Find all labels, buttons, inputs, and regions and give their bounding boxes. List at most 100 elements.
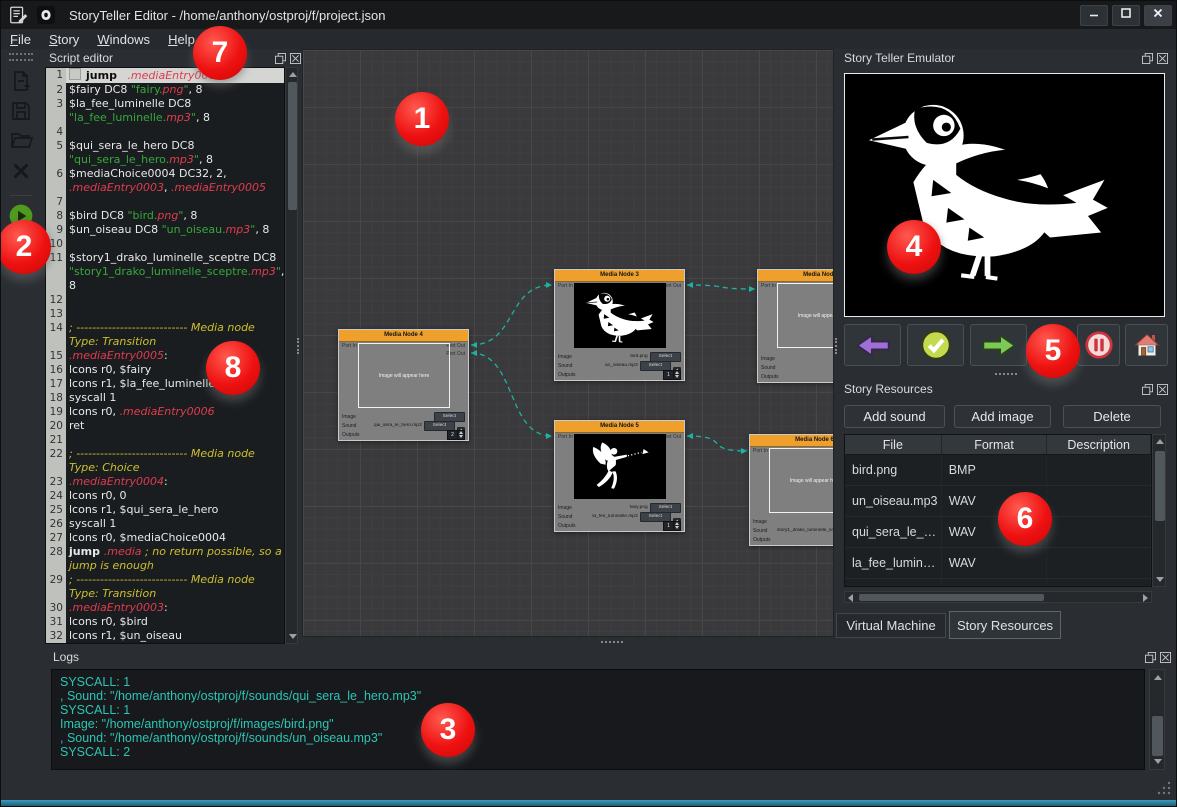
main-toolbar	[1, 49, 41, 796]
title-bar[interactable]: StoryTeller Editor - /home/anthony/ostpr…	[1, 1, 1176, 29]
logs-header: Logs	[53, 648, 1171, 666]
splitter-handle[interactable]	[601, 641, 623, 645]
line-number: 1	[46, 68, 66, 83]
code-line: 30.mediaEntry0003:	[46, 601, 284, 615]
annotation-1: 1	[395, 92, 449, 146]
speaker-icon[interactable]	[673, 362, 681, 370]
node-title[interactable]: Media Node 5	[555, 421, 684, 433]
logs-scrollbar[interactable]	[1149, 669, 1165, 770]
table-cell	[1047, 579, 1151, 587]
back-icon	[854, 332, 892, 359]
line-number: 9	[46, 223, 66, 237]
menu-windows[interactable]: Windows	[88, 31, 159, 48]
log-line: SYSCALL: 2	[60, 745, 1136, 759]
minimize-button[interactable]	[1080, 5, 1108, 26]
tab-virtual-machine[interactable]: Virtual Machine	[836, 613, 946, 638]
column-header-format[interactable]: Format	[942, 435, 1048, 454]
code-line: 20ret	[46, 419, 284, 433]
line-number: 28	[46, 545, 66, 573]
table-row[interactable]: la_fee_luminelle.mp3WAV	[845, 548, 1151, 579]
node-title[interactable]: Media Node 4	[339, 330, 468, 342]
toolbar-separator	[10, 195, 32, 196]
pause-button[interactable]	[1077, 324, 1120, 366]
save-button[interactable]	[7, 99, 35, 127]
add-sound-button[interactable]: Add sound	[844, 405, 945, 428]
line-number: 16	[46, 363, 66, 377]
close-project-button[interactable]	[7, 159, 35, 187]
close-panel-icon[interactable]	[1156, 52, 1168, 64]
minimize-icon	[1088, 6, 1100, 24]
table-row[interactable]: bird.pngBMP	[845, 455, 1151, 486]
port-in[interactable]: Port In	[558, 283, 573, 289]
media-node[interactable]: Media Node 6Port InImage will appear her…	[749, 434, 834, 546]
toolbar-drag-handle[interactable]	[9, 53, 33, 61]
open-button[interactable]	[7, 129, 35, 157]
table-row[interactable]: fairy.pngBMP	[845, 579, 1151, 587]
media-node[interactable]: Media Node 4Port InPort OutPort OutImage…	[338, 329, 469, 441]
speaker-icon[interactable]	[457, 422, 465, 430]
add-image-button[interactable]: Add image	[954, 405, 1051, 428]
next-icon	[980, 332, 1018, 359]
table-horizontal-scrollbar[interactable]	[844, 591, 1152, 603]
code-line: 8$bird DC8 "bird.png", 8	[46, 209, 284, 223]
float-panel-icon[interactable]	[1141, 52, 1153, 64]
outputs-spinner[interactable]: 1	[663, 521, 681, 531]
next-button[interactable]	[970, 324, 1027, 366]
code-line: 2$fairy DC8 "fairy.png", 8	[46, 83, 284, 97]
logs-output[interactable]: SYSCALL: 1, Sound: "/home/anthony/ostpro…	[51, 669, 1145, 770]
menu-story[interactable]: Story	[40, 31, 88, 48]
code-line: 27lcons r0, $mediaChoice0004	[46, 531, 284, 545]
story-node-canvas[interactable]: Media Node 4Port InPort OutPort OutImage…	[302, 49, 834, 637]
node-title[interactable]: Media Node 1	[758, 270, 834, 282]
outputs-spinner[interactable]: 1	[663, 370, 681, 380]
ok-button[interactable]	[907, 324, 964, 366]
float-panel-icon[interactable]	[1141, 383, 1153, 395]
port-in[interactable]: Port In	[558, 434, 573, 440]
delete-button[interactable]: Delete	[1063, 405, 1161, 428]
column-header-description[interactable]: Description	[1047, 435, 1151, 454]
port-in[interactable]: Port In	[753, 448, 768, 454]
code-line: 32lcons r1, $un_oiseau	[46, 629, 284, 643]
port-in[interactable]: Port In	[761, 283, 776, 289]
node-image-placeholder: Image will appear here	[777, 283, 834, 348]
emulator-title: Story Teller Emulator	[844, 51, 955, 65]
annotation-3: 3	[421, 703, 475, 757]
media-node[interactable]: Media Node 3Port InPort OutImagebird.png…	[554, 269, 685, 381]
line-number: 31	[46, 615, 66, 629]
splitter-handle[interactable]	[835, 338, 839, 354]
float-panel-icon[interactable]	[1144, 651, 1156, 663]
node-image-placeholder: Image will appear here	[358, 343, 450, 408]
node-title[interactable]: Media Node 6	[750, 435, 834, 447]
new-file-button[interactable]	[7, 69, 35, 97]
maximize-button[interactable]	[1112, 5, 1140, 26]
menu-file[interactable]: File	[1, 31, 40, 48]
code-line: 19lcons r0, .mediaEntry0006	[46, 405, 284, 419]
back-button[interactable]	[844, 324, 901, 366]
close-panel-icon[interactable]	[289, 52, 301, 64]
close-panel-icon[interactable]	[1156, 383, 1168, 395]
tab-story-resources[interactable]: Story Resources	[949, 611, 1061, 639]
splitter-handle[interactable]	[297, 338, 301, 354]
node-title[interactable]: Media Node 3	[555, 270, 684, 282]
line-number: 23	[46, 475, 66, 489]
line-number: 13	[46, 307, 66, 321]
maximize-icon	[1120, 6, 1132, 24]
table-cell: fairy.png	[845, 579, 942, 587]
resources-table[interactable]: FileFormatDescriptionbird.pngBMPun_oisea…	[844, 434, 1152, 587]
column-header-file[interactable]: File	[845, 435, 942, 454]
media-node[interactable]: Media Node 5Port InPort OutImagefairy.pn…	[554, 420, 685, 532]
close-button[interactable]	[1144, 5, 1172, 26]
table-cell: la_fee_luminelle.mp3	[845, 548, 942, 578]
table-vertical-scrollbar[interactable]	[1152, 434, 1166, 587]
speaker-icon[interactable]	[673, 513, 681, 521]
window-resize-grip[interactable]	[1156, 780, 1172, 796]
port-in[interactable]: Port In	[342, 343, 357, 349]
outputs-spinner[interactable]: 2	[447, 430, 465, 440]
home-button[interactable]	[1125, 324, 1168, 366]
media-node[interactable]: Media Node 1Port InImage will appear her…	[757, 269, 834, 383]
float-panel-icon[interactable]	[274, 52, 286, 64]
close-panel-icon[interactable]	[1159, 651, 1171, 663]
splitter-handle[interactable]	[995, 373, 1017, 377]
line-number: 25	[46, 503, 66, 517]
script-editor-scrollbar[interactable]	[285, 67, 298, 644]
